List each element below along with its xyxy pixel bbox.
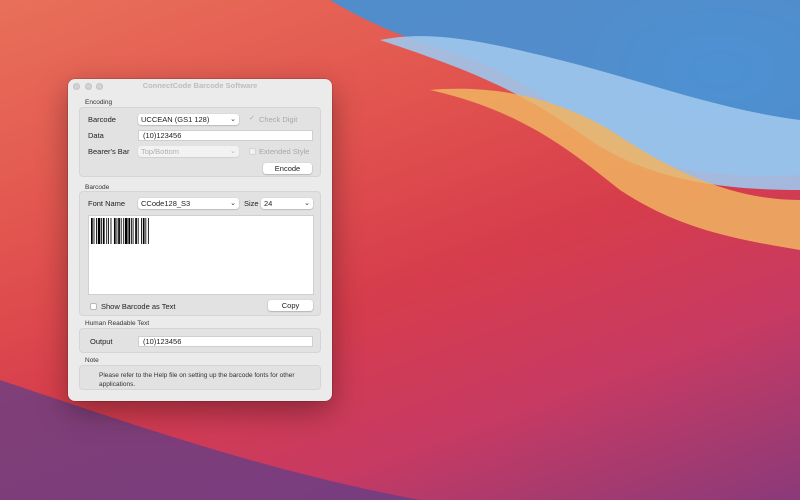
bearers-bar-select[interactable]: Top/Bottom ⌄ [138, 146, 239, 157]
barcode-bar [141, 218, 142, 244]
barcode-preview [88, 215, 314, 295]
output-field[interactable]: (10)123456 [138, 336, 313, 347]
barcode-group: Font Name CCode128_S3 ⌄ Size 24 ⌄ Show B… [79, 191, 321, 316]
font-name-select[interactable]: CCode128_S3 ⌄ [138, 198, 239, 209]
size-label: Size [244, 199, 259, 208]
barcode-bar [132, 218, 134, 244]
size-value: 24 [264, 199, 273, 208]
barcode-bar [135, 218, 137, 244]
barcode-bar [106, 218, 108, 244]
traffic-lights [73, 82, 103, 90]
titlebar[interactable]: ConnectCode Barcode Software [68, 79, 332, 93]
barcode-bar [142, 218, 145, 244]
encoding-group: Barcode UCCEAN (GS1 128) ⌄ ✓ Check Digit… [79, 107, 321, 177]
show-as-text-checkbox[interactable] [90, 303, 97, 310]
check-digit-label: Check Digit [259, 115, 298, 124]
barcode-app-window: ConnectCode Barcode Software Encoding Ba… [68, 79, 332, 401]
barcode-bar [108, 218, 109, 244]
copy-button[interactable]: Copy [268, 300, 313, 311]
output-label: Output [90, 337, 113, 346]
chevron-updown-icon: ⌄ [230, 116, 236, 123]
barcode-bar [128, 218, 131, 244]
barcode-bar [125, 218, 128, 244]
barcode-type-value: UCCEAN (GS1 128) [141, 115, 210, 124]
barcode-bar [137, 218, 139, 244]
barcode-type-select[interactable]: UCCEAN (GS1 128) ⌄ [138, 114, 239, 125]
barcode-section-label: Barcode [85, 184, 110, 191]
bearers-bar-value: Top/Bottom [141, 147, 179, 156]
data-input[interactable]: (10)123456 [138, 130, 313, 141]
note-text: Please refer to the Help file on setting… [99, 372, 295, 388]
barcode-bar [145, 218, 147, 244]
encode-button[interactable]: Encode [263, 163, 312, 174]
minimize-window-button[interactable] [84, 82, 92, 90]
barcode-bar [120, 218, 122, 244]
barcode-bar [113, 218, 116, 244]
barcode-type-label: Barcode [88, 115, 116, 124]
note-group: Please refer to the Help file on setting… [79, 365, 321, 390]
font-name-value: CCode128_S3 [141, 199, 191, 208]
barcode-image [91, 218, 149, 244]
font-name-label: Font Name [88, 199, 126, 208]
chevron-updown-icon: ⌄ [230, 148, 236, 155]
human-readable-section-label: Human Readable Text [85, 320, 150, 327]
checkmark-icon[interactable]: ✓ [249, 114, 255, 122]
bearers-bar-label: Bearer's Bar [88, 147, 130, 156]
data-label: Data [88, 131, 104, 140]
barcode-bar [123, 218, 125, 244]
barcode-bar [97, 218, 101, 244]
size-select[interactable]: 24 ⌄ [261, 198, 313, 209]
extended-style-label: Extended Style [259, 147, 310, 156]
barcode-bar [147, 218, 149, 244]
barcode-bar [116, 218, 118, 244]
encoding-section-label: Encoding [85, 99, 113, 106]
chevron-updown-icon: ⌄ [230, 200, 236, 207]
barcode-bar [102, 218, 105, 244]
barcode-bar [93, 218, 95, 244]
window-title: ConnectCode Barcode Software [142, 81, 258, 90]
show-as-text-label: Show Barcode as Text [101, 302, 176, 311]
barcode-bar [130, 218, 132, 244]
close-window-button[interactable] [73, 82, 80, 90]
barcode-bar [101, 218, 103, 244]
human-readable-group: Output (10)123456 [79, 328, 321, 353]
barcode-bar [118, 218, 120, 244]
barcode-bar [110, 218, 112, 244]
barcode-bar [96, 218, 97, 244]
barcode-bar [91, 218, 93, 244]
extended-style-checkbox[interactable] [249, 148, 256, 155]
chevron-updown-icon: ⌄ [304, 200, 310, 207]
note-section-label: Note [85, 357, 99, 364]
zoom-window-button[interactable] [96, 82, 103, 90]
